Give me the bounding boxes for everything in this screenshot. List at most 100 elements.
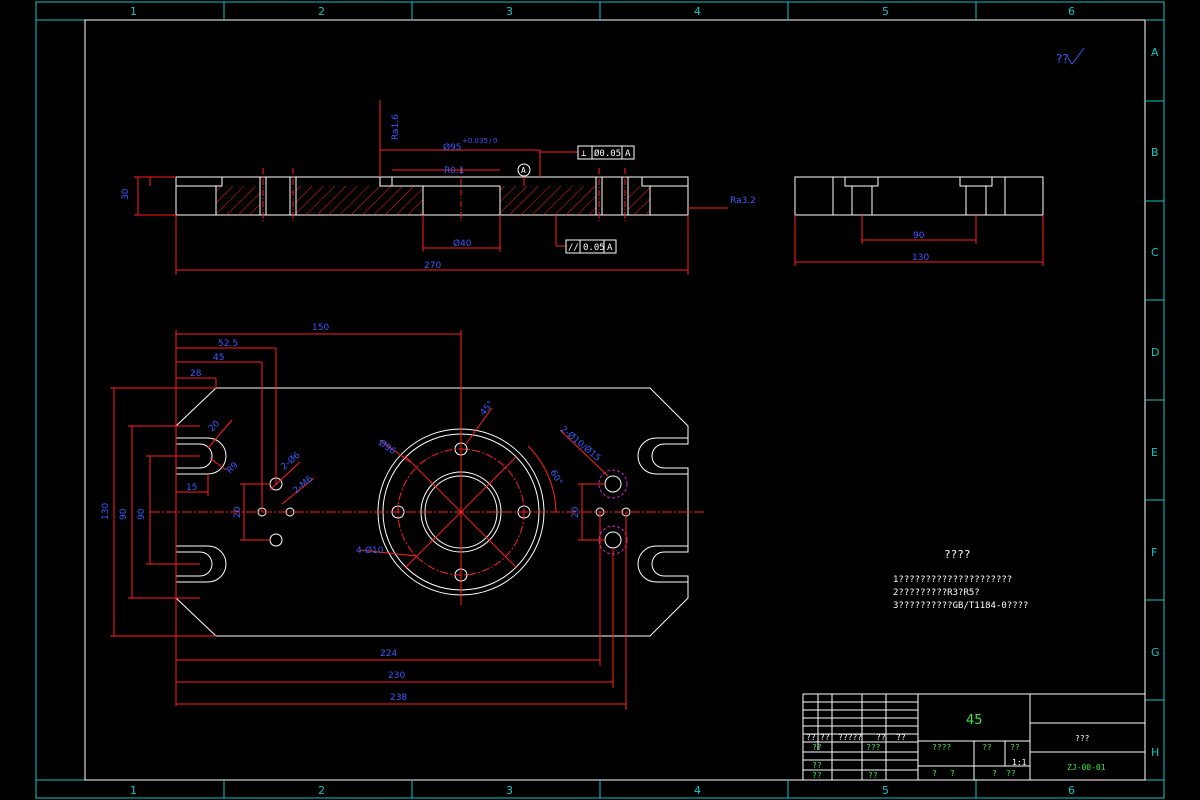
general-roughness: ?? [1056,47,1085,66]
tb-mid-cell: ?? [1010,743,1020,752]
top-view: 150 52.5 45 28 15 20 R9 130 90 90 20 20 … [101,323,706,710]
title-block: 45 ??? ZJ-00-01 1:1 ?? ?? ????? ?? ?? ??… [802,693,1146,781]
dim-45: 45 [213,353,224,363]
datum-a-label: A [521,166,526,175]
hatch-left-1 [216,186,260,215]
cb-hole [604,531,622,549]
zone-row-f: F [1151,546,1157,559]
zone-col-5: 5 [882,5,889,18]
title-part-name: ??? [1075,734,1090,743]
tb-cell: ?? [812,743,822,752]
dim-holes-big: 4-Ø10 [356,545,384,556]
fcf-perp-datum: A [625,149,631,159]
dim-holes-m6: 2-M6 [292,474,316,496]
zone-col-2-bottom: 2 [318,784,325,797]
zone-row-g: G [1151,646,1160,659]
side-outline [794,176,1044,216]
tech-req-line-2: 2?????????R3?R5? [893,588,980,598]
tb-bottom-cell: ?? [1006,769,1016,778]
tech-req-line-1: 1????????????????????? [893,575,1012,585]
hatch-left-2 [296,186,423,215]
dim-20: 20 [207,419,222,434]
pin-hole [269,533,283,547]
zone-col-4-bottom: 4 [694,784,701,797]
dim-side-90: 90 [913,231,925,241]
dim-150: 150 [312,323,329,333]
front-view: 30 270 Ø40 Ø95 +0.035 / 0 R0.1 Ra1.6 Ra3… [121,100,756,275]
tb-mid-cell: ???? [932,743,951,752]
side-view: 90 130 [794,176,1044,266]
tech-req-title: ???? [944,548,971,561]
dim-side-130: 130 [912,253,929,263]
dim-28: 28 [190,369,202,379]
zone-row-d: D [1151,346,1159,359]
dim-r-slot: R9 [225,460,241,476]
dim-bore-tol: +0.035 / 0 [462,137,498,145]
dim-20-right: 20 [571,506,581,518]
tb-cell: ?? [868,771,878,780]
zone-col-1: 1 [130,5,137,18]
dim-52-5: 52.5 [218,339,238,349]
zone-col-6: 6 [1068,5,1075,18]
dim-pcd: Ø96 [376,437,398,457]
dim-20-left: 20 [233,506,243,518]
zone-row-a: A [1151,46,1159,59]
dim-depth-note: R0.1 [444,166,465,176]
fcf-parallelism: // 0.05 A [565,239,617,254]
dim-90-inner: 90 [137,508,147,520]
dim-bore-95: Ø95 [443,142,462,153]
dim-bore-40: Ø40 [453,238,472,249]
zone-col-6-bottom: 6 [1068,784,1075,797]
fcf-perp-symbol: ⊥ [581,149,587,159]
dim-238: 238 [390,693,407,703]
roughness-text: ?? [1056,52,1069,66]
tb-cell: ??? [866,743,881,752]
dim-height-30: 30 [121,188,131,200]
dim-counterbore: 2-Ø10/Ø15 [558,424,603,464]
fcf-par-datum: A [607,243,613,253]
zone-col-2: 2 [318,5,325,18]
zone-col-4: 4 [694,5,701,18]
tb-cell: ?? [820,733,830,742]
roughness-icon [1067,47,1085,65]
tb-bottom-cell: ? [992,769,997,778]
zone-row-b: B [1151,146,1159,159]
tb-cell: ?? [896,733,906,742]
fcf-perpendicularity: ⊥ Ø0.05 A [577,145,635,160]
sheet-frame [35,1,1165,799]
technical-requirements: ???? 1????????????????????? 2?????????R3… [893,548,1028,611]
zone-labels: 1 2 3 4 5 6 1 2 3 4 5 6 A B C D E F G H [130,5,1160,797]
tb-cell: ?? [812,771,822,780]
zone-row-c: C [1151,246,1159,259]
dim-90-outer: 90 [119,508,129,520]
zone-col-3: 3 [506,5,513,18]
title-material: 45 [966,713,983,728]
tb-bottom-cell: ? [932,769,937,778]
dim-overall-270: 270 [424,261,441,271]
dim-angle-60: 60° [547,469,564,488]
dim-230: 230 [388,671,405,681]
dim-angle: 45° [479,399,497,418]
tb-mid-cell: ?? [982,743,992,752]
dim-130: 130 [101,503,111,520]
dim-224: 224 [380,649,397,659]
fcf-par-symbol: // [568,243,579,253]
zone-col-1-bottom: 1 [130,784,137,797]
zone-row-e: E [1151,446,1158,459]
cb-hole [604,475,622,493]
title-ratio: 1:1 [1012,758,1027,767]
fcf-perp-tol: Ø0.05 [594,148,621,159]
flatness-note: Ra3.2 [730,196,756,206]
hatch-right-1 [500,186,596,215]
dim-15: 15 [186,483,197,493]
hatch-right-2 [628,186,650,215]
zone-row-h: H [1151,746,1159,759]
drawing-sheet: 1 2 3 4 5 6 1 2 3 4 5 6 A B C D E F G H … [35,1,1165,799]
tb-bottom-cell: ? [950,769,955,778]
zone-col-3-bottom: 3 [506,784,513,797]
zone-col-5-bottom: 5 [882,784,889,797]
fcf-par-tol: 0.05 [583,243,605,253]
tb-cell: ?? [806,733,816,742]
tb-cell: ?? [876,733,886,742]
tb-cell: ?? [812,761,822,770]
